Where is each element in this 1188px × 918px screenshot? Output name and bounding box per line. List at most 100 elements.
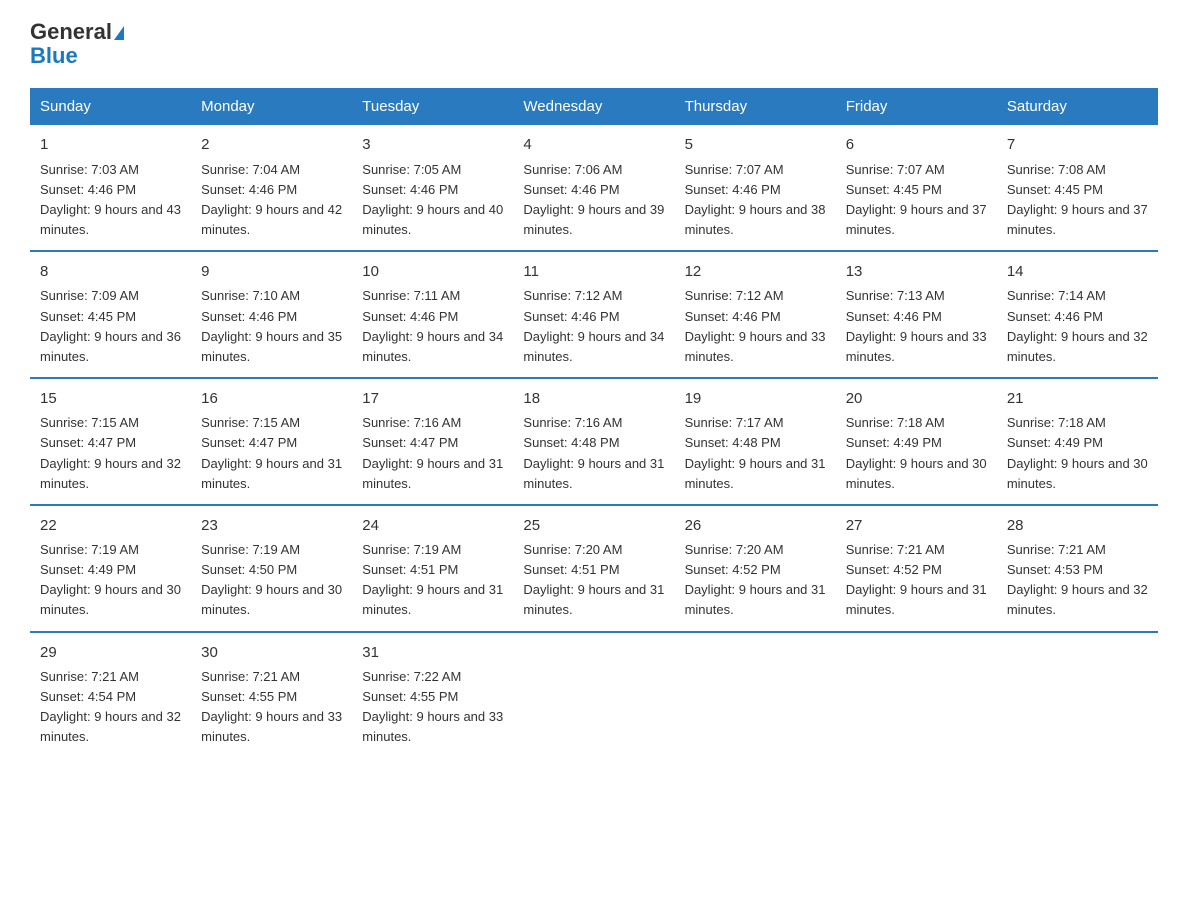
day-number: 21 <box>1007 387 1148 410</box>
calendar-day-cell: 5 Sunrise: 7:07 AM Sunset: 4:46 PM Dayli… <box>675 125 836 251</box>
sunrise-label: Sunrise: 7:15 AM <box>201 415 300 430</box>
sunrise-label: Sunrise: 7:06 AM <box>523 162 622 177</box>
day-number: 10 <box>362 260 503 283</box>
calendar-week-row: 8 Sunrise: 7:09 AM Sunset: 4:45 PM Dayli… <box>30 251 1158 378</box>
sunrise-label: Sunrise: 7:21 AM <box>1007 542 1106 557</box>
daylight-label: Daylight: 9 hours and 39 minutes. <box>523 202 664 237</box>
sunrise-label: Sunrise: 7:19 AM <box>201 542 300 557</box>
daylight-label: Daylight: 9 hours and 31 minutes. <box>685 582 826 617</box>
calendar-day-cell: 1 Sunrise: 7:03 AM Sunset: 4:46 PM Dayli… <box>30 125 191 251</box>
calendar-day-cell: 12 Sunrise: 7:12 AM Sunset: 4:46 PM Dayl… <box>675 251 836 378</box>
day-info: Sunrise: 7:12 AM Sunset: 4:46 PM Dayligh… <box>523 286 664 367</box>
daylight-label: Daylight: 9 hours and 32 minutes. <box>1007 329 1148 364</box>
calendar-day-cell: 3 Sunrise: 7:05 AM Sunset: 4:46 PM Dayli… <box>352 125 513 251</box>
day-number: 28 <box>1007 514 1148 537</box>
day-number: 19 <box>685 387 826 410</box>
day-number: 22 <box>40 514 181 537</box>
sunset-label: Sunset: 4:55 PM <box>201 689 297 704</box>
sunset-label: Sunset: 4:49 PM <box>40 562 136 577</box>
sunrise-label: Sunrise: 7:20 AM <box>685 542 784 557</box>
sunrise-label: Sunrise: 7:09 AM <box>40 288 139 303</box>
daylight-label: Daylight: 9 hours and 34 minutes. <box>362 329 503 364</box>
sunrise-label: Sunrise: 7:16 AM <box>523 415 622 430</box>
day-info: Sunrise: 7:17 AM Sunset: 4:48 PM Dayligh… <box>685 413 826 494</box>
calendar-week-row: 29 Sunrise: 7:21 AM Sunset: 4:54 PM Dayl… <box>30 632 1158 758</box>
sunset-label: Sunset: 4:47 PM <box>362 435 458 450</box>
calendar-day-cell: 22 Sunrise: 7:19 AM Sunset: 4:49 PM Dayl… <box>30 505 191 632</box>
weekday-header-row: SundayMondayTuesdayWednesdayThursdayFrid… <box>30 88 1158 125</box>
calendar-week-row: 22 Sunrise: 7:19 AM Sunset: 4:49 PM Dayl… <box>30 505 1158 632</box>
calendar-day-cell: 8 Sunrise: 7:09 AM Sunset: 4:45 PM Dayli… <box>30 251 191 378</box>
day-info: Sunrise: 7:10 AM Sunset: 4:46 PM Dayligh… <box>201 286 342 367</box>
daylight-label: Daylight: 9 hours and 31 minutes. <box>685 456 826 491</box>
weekday-header-monday: Monday <box>191 88 352 125</box>
sunset-label: Sunset: 4:48 PM <box>685 435 781 450</box>
calendar-header: SundayMondayTuesdayWednesdayThursdayFrid… <box>30 88 1158 125</box>
daylight-label: Daylight: 9 hours and 36 minutes. <box>40 329 181 364</box>
daylight-label: Daylight: 9 hours and 43 minutes. <box>40 202 181 237</box>
day-number: 20 <box>846 387 987 410</box>
calendar-day-cell: 4 Sunrise: 7:06 AM Sunset: 4:46 PM Dayli… <box>513 125 674 251</box>
sunset-label: Sunset: 4:51 PM <box>362 562 458 577</box>
sunset-label: Sunset: 4:46 PM <box>362 309 458 324</box>
daylight-label: Daylight: 9 hours and 42 minutes. <box>201 202 342 237</box>
calendar-day-cell: 28 Sunrise: 7:21 AM Sunset: 4:53 PM Dayl… <box>997 505 1158 632</box>
sunrise-label: Sunrise: 7:17 AM <box>685 415 784 430</box>
sunset-label: Sunset: 4:46 PM <box>523 309 619 324</box>
calendar-body: 1 Sunrise: 7:03 AM Sunset: 4:46 PM Dayli… <box>30 125 1158 757</box>
weekday-header-saturday: Saturday <box>997 88 1158 125</box>
daylight-label: Daylight: 9 hours and 37 minutes. <box>1007 202 1148 237</box>
daylight-label: Daylight: 9 hours and 35 minutes. <box>201 329 342 364</box>
logo: General Blue <box>30 20 124 68</box>
day-number: 8 <box>40 260 181 283</box>
sunrise-label: Sunrise: 7:07 AM <box>846 162 945 177</box>
daylight-label: Daylight: 9 hours and 38 minutes. <box>685 202 826 237</box>
sunset-label: Sunset: 4:53 PM <box>1007 562 1103 577</box>
day-info: Sunrise: 7:07 AM Sunset: 4:45 PM Dayligh… <box>846 160 987 241</box>
calendar-day-cell: 30 Sunrise: 7:21 AM Sunset: 4:55 PM Dayl… <box>191 632 352 758</box>
calendar-day-cell: 19 Sunrise: 7:17 AM Sunset: 4:48 PM Dayl… <box>675 378 836 505</box>
sunset-label: Sunset: 4:46 PM <box>201 309 297 324</box>
day-info: Sunrise: 7:12 AM Sunset: 4:46 PM Dayligh… <box>685 286 826 367</box>
calendar-day-cell: 7 Sunrise: 7:08 AM Sunset: 4:45 PM Dayli… <box>997 125 1158 251</box>
daylight-label: Daylight: 9 hours and 40 minutes. <box>362 202 503 237</box>
sunrise-label: Sunrise: 7:15 AM <box>40 415 139 430</box>
daylight-label: Daylight: 9 hours and 31 minutes. <box>201 456 342 491</box>
day-number: 25 <box>523 514 664 537</box>
sunrise-label: Sunrise: 7:21 AM <box>201 669 300 684</box>
calendar-day-cell: 10 Sunrise: 7:11 AM Sunset: 4:46 PM Dayl… <box>352 251 513 378</box>
calendar-day-cell <box>675 632 836 758</box>
sunset-label: Sunset: 4:47 PM <box>40 435 136 450</box>
calendar-day-cell: 26 Sunrise: 7:20 AM Sunset: 4:52 PM Dayl… <box>675 505 836 632</box>
sunrise-label: Sunrise: 7:03 AM <box>40 162 139 177</box>
page-header: General Blue <box>30 20 1158 68</box>
sunset-label: Sunset: 4:46 PM <box>40 182 136 197</box>
day-number: 6 <box>846 133 987 156</box>
sunrise-label: Sunrise: 7:21 AM <box>846 542 945 557</box>
weekday-header-friday: Friday <box>836 88 997 125</box>
sunrise-label: Sunrise: 7:19 AM <box>362 542 461 557</box>
sunrise-label: Sunrise: 7:19 AM <box>40 542 139 557</box>
daylight-label: Daylight: 9 hours and 32 minutes. <box>40 456 181 491</box>
day-number: 30 <box>201 641 342 664</box>
day-info: Sunrise: 7:18 AM Sunset: 4:49 PM Dayligh… <box>846 413 987 494</box>
weekday-header-tuesday: Tuesday <box>352 88 513 125</box>
calendar-week-row: 1 Sunrise: 7:03 AM Sunset: 4:46 PM Dayli… <box>30 125 1158 251</box>
daylight-label: Daylight: 9 hours and 31 minutes. <box>846 582 987 617</box>
daylight-label: Daylight: 9 hours and 30 minutes. <box>846 456 987 491</box>
calendar-day-cell: 16 Sunrise: 7:15 AM Sunset: 4:47 PM Dayl… <box>191 378 352 505</box>
daylight-label: Daylight: 9 hours and 32 minutes. <box>1007 582 1148 617</box>
day-info: Sunrise: 7:16 AM Sunset: 4:47 PM Dayligh… <box>362 413 503 494</box>
sunrise-label: Sunrise: 7:10 AM <box>201 288 300 303</box>
calendar-day-cell: 20 Sunrise: 7:18 AM Sunset: 4:49 PM Dayl… <box>836 378 997 505</box>
daylight-label: Daylight: 9 hours and 31 minutes. <box>362 456 503 491</box>
day-info: Sunrise: 7:21 AM Sunset: 4:53 PM Dayligh… <box>1007 540 1148 621</box>
sunset-label: Sunset: 4:45 PM <box>40 309 136 324</box>
logo-triangle-icon <box>114 26 124 40</box>
day-info: Sunrise: 7:19 AM Sunset: 4:50 PM Dayligh… <box>201 540 342 621</box>
day-info: Sunrise: 7:08 AM Sunset: 4:45 PM Dayligh… <box>1007 160 1148 241</box>
sunset-label: Sunset: 4:50 PM <box>201 562 297 577</box>
calendar-day-cell: 14 Sunrise: 7:14 AM Sunset: 4:46 PM Dayl… <box>997 251 1158 378</box>
daylight-label: Daylight: 9 hours and 32 minutes. <box>40 709 181 744</box>
day-number: 2 <box>201 133 342 156</box>
